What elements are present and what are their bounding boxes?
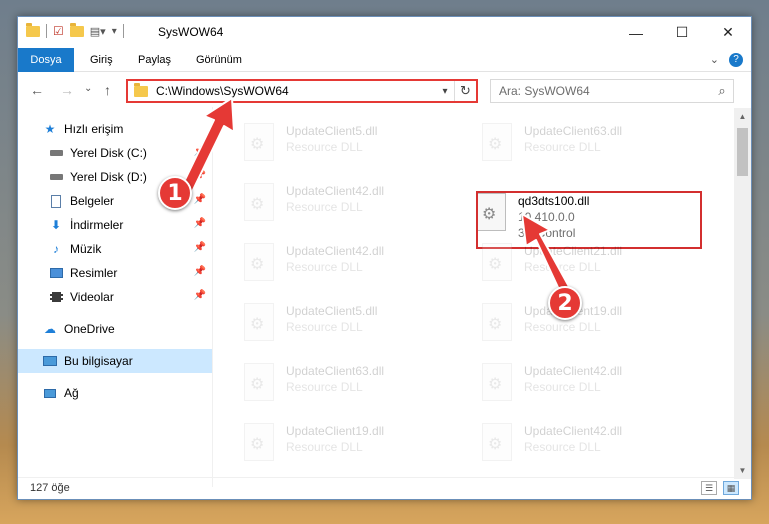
- step-1-badge: 1: [158, 176, 192, 210]
- arrow-1: [181, 97, 235, 193]
- annotation-arrows: [181, 97, 573, 297]
- arrow-2: [521, 213, 573, 297]
- step-2-badge: 2: [548, 286, 582, 320]
